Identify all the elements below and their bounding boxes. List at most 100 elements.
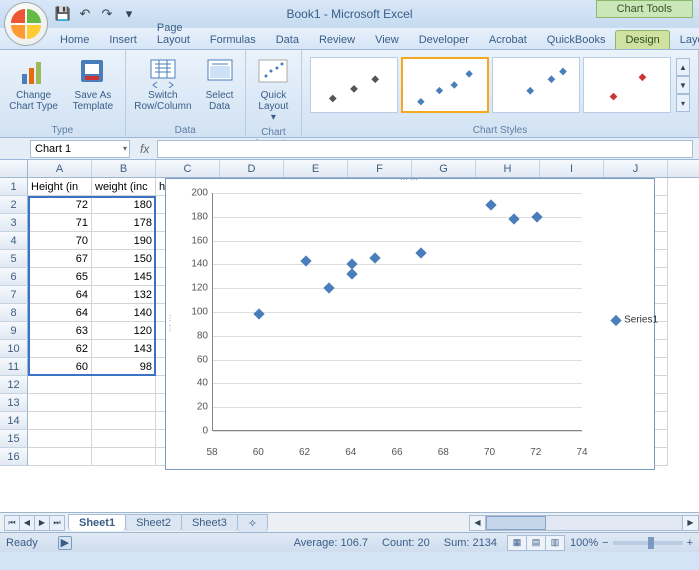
chart-style-2[interactable] — [401, 57, 489, 113]
view-page-layout-icon[interactable]: ▤ — [526, 535, 546, 551]
switch-row-column-button[interactable]: Switch Row/Column — [130, 53, 197, 124]
cell[interactable]: 143 — [92, 340, 156, 358]
cell[interactable]: 62 — [28, 340, 92, 358]
cell[interactable]: 120 — [92, 322, 156, 340]
col-header-C[interactable]: C — [156, 160, 220, 177]
data-point[interactable] — [346, 268, 357, 279]
tab-insert[interactable]: Insert — [99, 30, 147, 49]
chart-handle-top[interactable]: ⋯⋯ — [400, 175, 420, 184]
cell[interactable]: 140 — [92, 304, 156, 322]
row-header[interactable]: 16 — [0, 448, 28, 466]
col-header-A[interactable]: A — [28, 160, 92, 177]
office-button[interactable] — [4, 2, 48, 46]
row-header[interactable]: 11 — [0, 358, 28, 376]
hscroll-right-icon[interactable]: ▶ — [682, 516, 698, 530]
formula-input[interactable] — [157, 140, 693, 158]
view-page-break-icon[interactable]: ▥ — [545, 535, 565, 551]
tab-home[interactable]: Home — [50, 30, 99, 49]
col-header-G[interactable]: G — [412, 160, 476, 177]
zoom-in-icon[interactable]: + — [687, 537, 693, 549]
styles-more-icon[interactable]: ▾ — [676, 94, 690, 112]
col-header-D[interactable]: D — [220, 160, 284, 177]
sheet-nav-next-icon[interactable]: ▶ — [34, 515, 50, 531]
cell[interactable] — [92, 448, 156, 466]
cell[interactable]: 64 — [28, 286, 92, 304]
select-data-button[interactable]: Select Data — [198, 53, 241, 124]
chart-legend[interactable]: Series1 — [612, 315, 658, 326]
cell[interactable]: 180 — [92, 196, 156, 214]
zoom-out-icon[interactable]: − — [602, 537, 608, 549]
col-header-E[interactable]: E — [284, 160, 348, 177]
cell[interactable]: 132 — [92, 286, 156, 304]
cell[interactable] — [28, 376, 92, 394]
row-header[interactable]: 5 — [0, 250, 28, 268]
col-header-H[interactable]: H — [476, 160, 540, 177]
col-header-B[interactable]: B — [92, 160, 156, 177]
cell[interactable]: 63 — [28, 322, 92, 340]
cell[interactable]: 145 — [92, 268, 156, 286]
cell[interactable]: 70 — [28, 232, 92, 250]
row-header[interactable]: 8 — [0, 304, 28, 322]
cell[interactable] — [28, 430, 92, 448]
cell[interactable]: 72 — [28, 196, 92, 214]
cell[interactable]: Height (in — [28, 178, 92, 196]
redo-icon[interactable]: ↷ — [98, 5, 116, 23]
zoom-level[interactable]: 100% — [570, 537, 598, 549]
fx-icon[interactable]: fx — [132, 142, 157, 156]
row-header[interactable]: 13 — [0, 394, 28, 412]
row-header[interactable]: 14 — [0, 412, 28, 430]
row-header[interactable]: 9 — [0, 322, 28, 340]
sheet-nav-first-icon[interactable]: ⏮ — [4, 515, 20, 531]
row-header[interactable]: 3 — [0, 214, 28, 232]
new-sheet-button[interactable]: ✧ — [237, 514, 268, 532]
cell[interactable] — [92, 394, 156, 412]
tab-page-layout[interactable]: Page Layout — [147, 18, 200, 49]
quick-layout-button[interactable]: Quick Layout ▾ — [250, 53, 297, 126]
tab-design[interactable]: Design — [615, 30, 669, 49]
save-as-template-button[interactable]: Save As Template — [65, 53, 120, 124]
chart-handle-left[interactable]: ⋯⋯ — [166, 314, 175, 334]
tab-quickbooks[interactable]: QuickBooks — [537, 30, 616, 49]
cell[interactable]: 67 — [28, 250, 92, 268]
styles-down-icon[interactable]: ▼ — [676, 76, 690, 94]
row-header[interactable]: 6 — [0, 268, 28, 286]
cell[interactable] — [28, 448, 92, 466]
zoom-slider[interactable] — [613, 541, 683, 545]
sheet-nav-prev-icon[interactable]: ◀ — [19, 515, 35, 531]
data-point[interactable] — [346, 259, 357, 270]
styles-up-icon[interactable]: ▲ — [676, 58, 690, 76]
macro-record-icon[interactable]: ▶ — [58, 536, 72, 550]
sheet-tab-2[interactable]: Sheet2 — [125, 514, 182, 531]
sheet-tab-1[interactable]: Sheet1 — [68, 514, 126, 531]
tab-formulas[interactable]: Formulas — [200, 30, 266, 49]
row-header[interactable]: 1 — [0, 178, 28, 196]
tab-acrobat[interactable]: Acrobat — [479, 30, 537, 49]
data-point[interactable] — [415, 247, 426, 258]
cell[interactable]: 98 — [92, 358, 156, 376]
cell[interactable]: 60 — [28, 358, 92, 376]
row-header[interactable]: 2 — [0, 196, 28, 214]
cell[interactable]: 71 — [28, 214, 92, 232]
data-point[interactable] — [531, 211, 542, 222]
tab-review[interactable]: Review — [309, 30, 365, 49]
cell[interactable] — [92, 430, 156, 448]
data-point[interactable] — [508, 214, 519, 225]
change-chart-type-button[interactable]: Change Chart Type — [4, 53, 63, 124]
qat-more-icon[interactable]: ▾ — [120, 5, 138, 23]
cell[interactable]: 150 — [92, 250, 156, 268]
tab-view[interactable]: View — [365, 30, 409, 49]
row-header[interactable]: 4 — [0, 232, 28, 250]
cell[interactable] — [92, 412, 156, 430]
row-header[interactable]: 12 — [0, 376, 28, 394]
horizontal-scrollbar[interactable]: ◀ ▶ — [469, 515, 699, 531]
data-point[interactable] — [485, 199, 496, 210]
row-header[interactable]: 15 — [0, 430, 28, 448]
hscroll-thumb[interactable] — [486, 516, 546, 530]
chart-style-1[interactable] — [310, 57, 398, 113]
data-point[interactable] — [369, 253, 380, 264]
cell[interactable]: 64 — [28, 304, 92, 322]
sheet-tab-3[interactable]: Sheet3 — [181, 514, 238, 531]
tab-layout[interactable]: Layout — [670, 30, 699, 49]
cell[interactable] — [28, 394, 92, 412]
row-header[interactable]: 7 — [0, 286, 28, 304]
